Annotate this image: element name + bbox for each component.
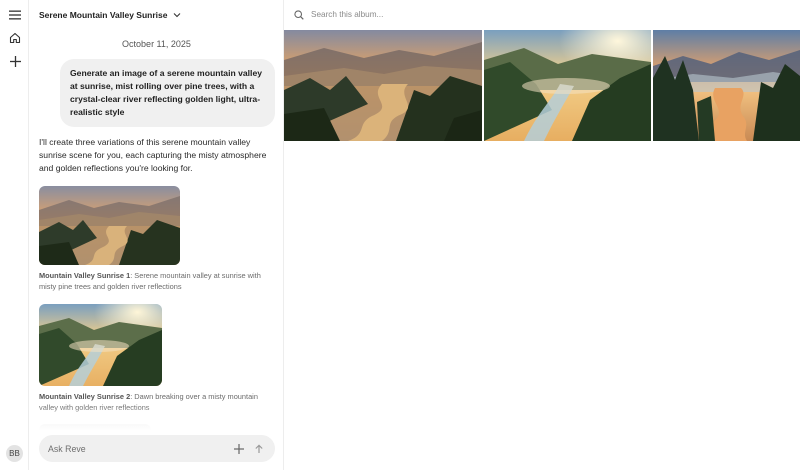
chevron-down-icon — [173, 13, 180, 18]
plus-icon — [9, 55, 21, 67]
album-image-2[interactable] — [484, 30, 651, 141]
send-button[interactable] — [251, 441, 267, 457]
result-image-2[interactable] — [39, 304, 162, 386]
result-caption-1: Mountain Valley Sunrise 1: Serene mounta… — [39, 271, 261, 291]
scroll-fade — [29, 405, 283, 435]
avatar[interactable]: BB — [6, 445, 23, 462]
plus-icon — [234, 443, 244, 454]
chat-composer — [39, 435, 275, 462]
new-chat-button[interactable] — [5, 51, 25, 71]
album-grid — [284, 30, 800, 141]
album-title: Serene Mountain Valley Sunrise — [39, 10, 168, 20]
album-image-1[interactable] — [284, 30, 482, 141]
left-rail: BB — [0, 0, 29, 470]
message-date: October 11, 2025 — [122, 39, 191, 49]
search-icon — [294, 9, 304, 20]
album-search — [294, 6, 694, 23]
ask-input[interactable] — [48, 443, 227, 454]
album-title-dropdown[interactable]: Serene Mountain Valley Sunrise — [39, 8, 181, 22]
result-image-1[interactable] — [39, 186, 180, 265]
album-area — [284, 0, 800, 470]
album-search-input[interactable] — [311, 10, 611, 19]
menu-button[interactable] — [5, 5, 25, 25]
home-button[interactable] — [5, 28, 25, 48]
chat-panel: Serene Mountain Valley Sunrise October 1… — [29, 0, 284, 470]
user-prompt-bubble: Generate an image of a serene mountain v… — [60, 59, 275, 127]
album-image-3[interactable] — [653, 30, 800, 141]
home-icon — [9, 32, 21, 44]
attach-button[interactable] — [231, 441, 247, 457]
menu-icon — [9, 10, 21, 20]
arrow-up-icon — [255, 443, 263, 453]
assistant-reply: I'll create three variations of this ser… — [39, 137, 267, 173]
